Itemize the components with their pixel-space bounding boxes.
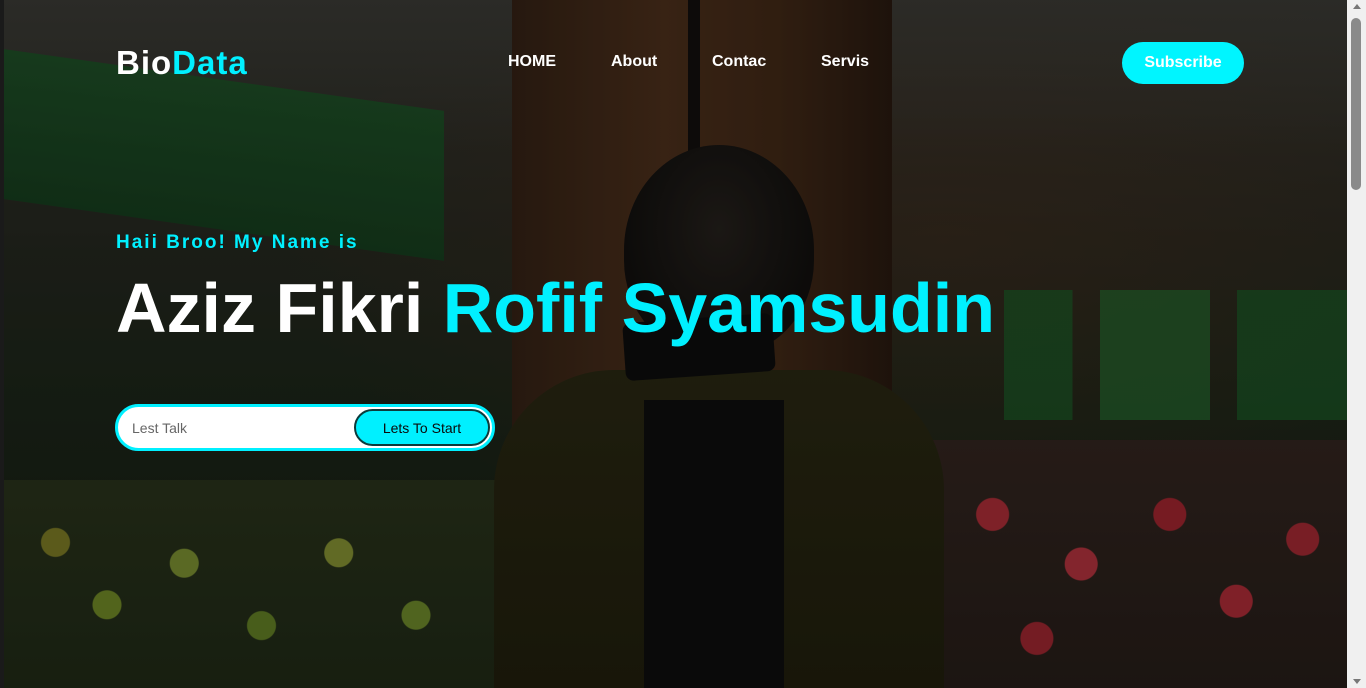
nav-link-about[interactable]: About	[611, 53, 657, 71]
scroll-up-arrow-icon[interactable]	[1353, 4, 1361, 9]
scroll-down-arrow-icon[interactable]	[1353, 679, 1361, 684]
brand-text-bio: Bio	[116, 44, 173, 81]
navbar: BioData HOME About Contac Servis Subscri…	[116, 38, 1244, 88]
hero-content: Haii Broo! My Name is Aziz Fikri Rofif S…	[116, 232, 995, 348]
brand-text-data: Data	[172, 44, 248, 81]
cta-form: Lets To Start	[115, 404, 495, 451]
hero-name: Aziz Fikri Rofif Syamsudin	[116, 268, 995, 348]
hero-name-first: Aziz Fikri	[116, 269, 443, 347]
brand-logo[interactable]: BioData	[116, 44, 248, 82]
nav-link-servis[interactable]: Servis	[821, 53, 869, 71]
subscribe-button[interactable]: Subscribe	[1122, 42, 1244, 84]
nav-link-home[interactable]: HOME	[508, 53, 556, 71]
nav-link-contac[interactable]: Contac	[712, 53, 766, 71]
cta-input[interactable]	[132, 417, 352, 439]
hero-section: BioData HOME About Contac Servis Subscri…	[4, 0, 1347, 688]
scrollbar-thumb[interactable]	[1351, 18, 1361, 190]
cta-start-button[interactable]: Lets To Start	[354, 409, 490, 446]
hero-name-last: Rofif Syamsudin	[442, 269, 996, 347]
scrollbar[interactable]	[1347, 0, 1366, 688]
hero-greeting: Haii Broo! My Name is	[116, 232, 359, 253]
